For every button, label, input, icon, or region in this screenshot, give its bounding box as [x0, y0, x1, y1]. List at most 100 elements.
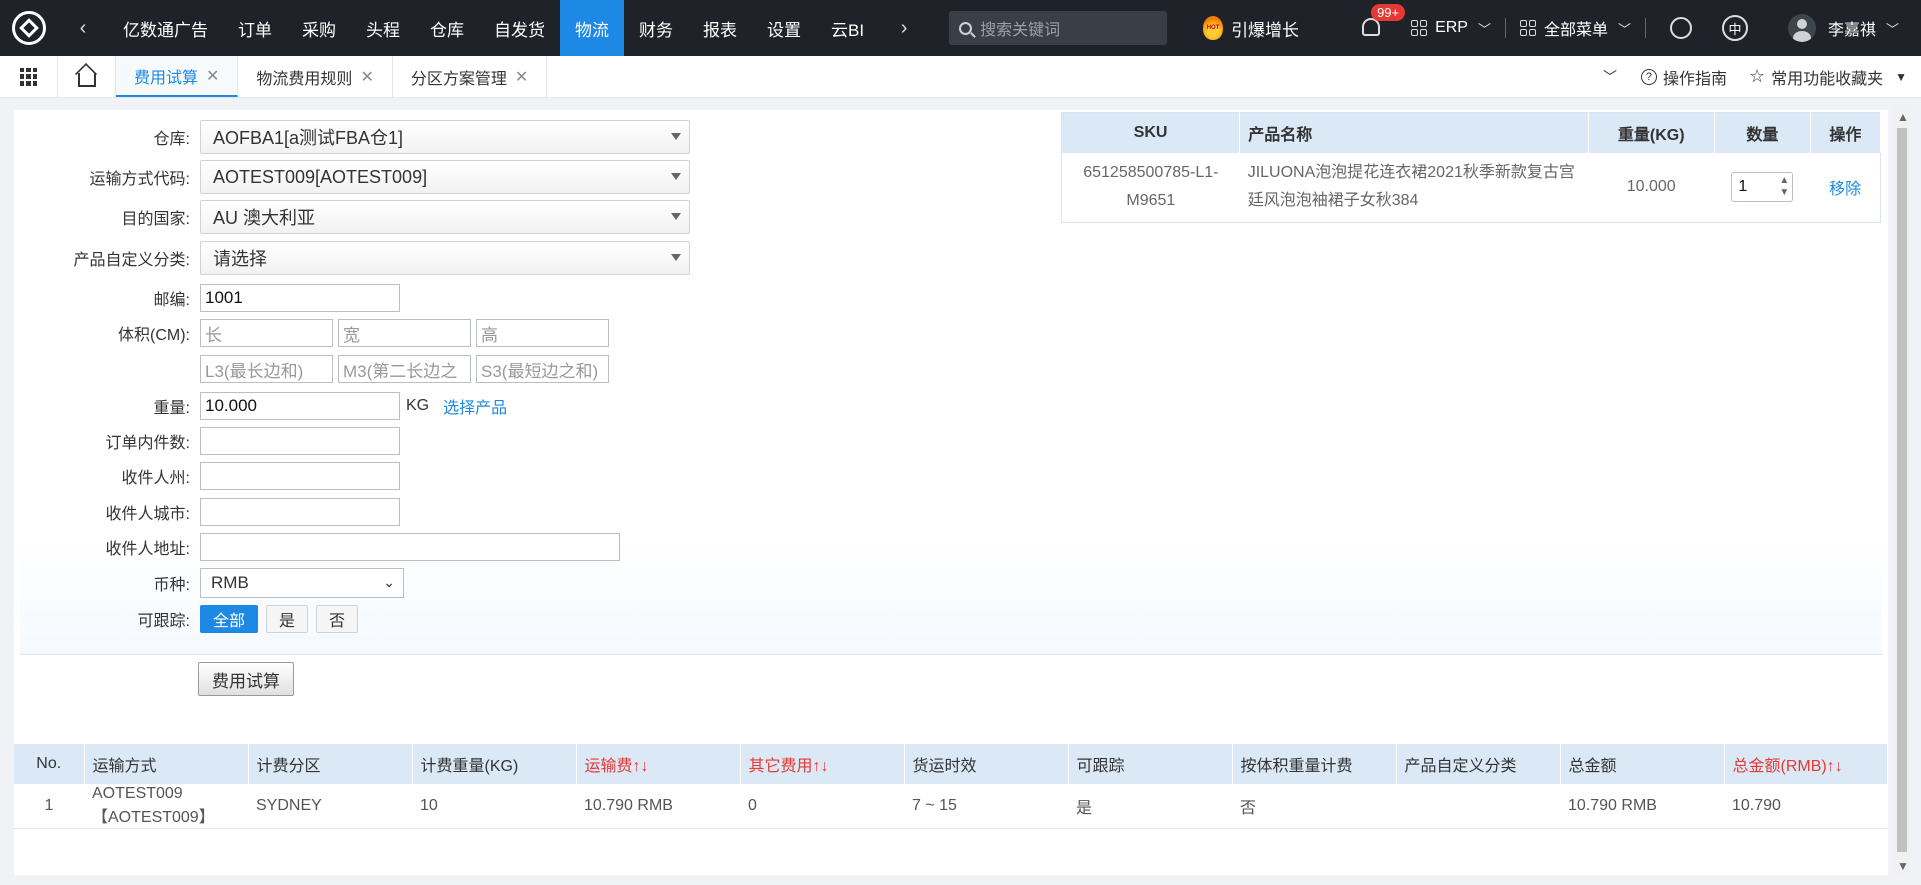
star-icon: ☆: [1748, 66, 1766, 86]
currency-label: 币种:: [153, 577, 190, 594]
no-cell: 1: [14, 784, 84, 829]
all-menu-button[interactable]: 全部菜单 ﹀: [1519, 16, 1631, 40]
support-headset-icon[interactable]: [1670, 17, 1693, 39]
close-icon[interactable]: ✕: [360, 67, 373, 87]
vertical-scrollbar[interactable]: ▲ ▼: [1893, 106, 1911, 875]
s3-input[interactable]: S3(最短边之和): [476, 355, 609, 383]
dropdown-arrow-icon: [671, 254, 681, 261]
menu-item-logistics[interactable]: 物流: [560, 0, 624, 56]
nav-prev-arrow[interactable]: ‹: [58, 17, 108, 40]
tab-bar: 费用试算 ✕ 物流费用规则 ✕ 分区方案管理 ✕ ﹀ ? 操作指南 ☆ 常用功能收藏夹…: [0, 56, 1921, 98]
address-input[interactable]: [200, 533, 620, 561]
length-input[interactable]: 长: [200, 319, 333, 347]
tab-zone-plan[interactable]: 分区方案管理 ✕: [393, 56, 548, 97]
currency-select[interactable]: RMB ⌄: [200, 568, 404, 598]
col-freight-sortable[interactable]: 运输费↑↓: [576, 744, 741, 784]
other-cell: 0: [740, 784, 904, 829]
l3-input[interactable]: L3(最长边和): [200, 355, 333, 383]
trackable-row: 可跟踪: 全部 是 否: [20, 605, 359, 633]
notification-badge: 99+: [1371, 4, 1406, 21]
zone-cell: SYDNEY: [248, 784, 412, 829]
language-switch[interactable]: 中: [1722, 15, 1749, 41]
caret-down-icon[interactable]: ▼: [1895, 70, 1907, 84]
weight-label: 重量:: [153, 400, 190, 417]
col-other-sortable[interactable]: 其它费用↑↓: [740, 744, 905, 784]
nav-next-arrow[interactable]: ›: [879, 17, 929, 40]
col-total: 总金额: [1560, 744, 1725, 784]
trackable-toggle-group: 全部 是 否: [200, 605, 359, 633]
result-table-header: No. 运输方式 计费分区 计费重量(KG) 运输费↑↓ 其它费用↑↓ 货运时效…: [14, 744, 1888, 784]
tab-fee-calc[interactable]: 费用试算 ✕: [116, 56, 239, 97]
app-logo[interactable]: [0, 0, 58, 56]
category-cell: [1396, 784, 1560, 829]
pieces-input[interactable]: [200, 427, 400, 455]
home-button[interactable]: [58, 56, 116, 97]
zip-input[interactable]: 1001: [200, 284, 400, 312]
product-name-cell: JILUONA泡泡提花连衣裙2021秋季新款复古宫廷风泡泡袖裙子女秋384: [1247, 164, 1575, 210]
country-label: 目的国家:: [121, 211, 190, 228]
search-input[interactable]: 搜索关键词: [949, 11, 1168, 45]
m3-input[interactable]: M3(第二长边之: [338, 355, 471, 383]
trackable-all-button[interactable]: 全部: [200, 605, 259, 633]
menu-item-ads[interactable]: 亿数通广告: [108, 0, 223, 56]
tabs-dropdown-chevron-icon[interactable]: ﹀: [1603, 67, 1617, 87]
menu-item-orders[interactable]: 订单: [223, 0, 287, 56]
city-input[interactable]: [200, 498, 400, 526]
total-rmb-cell: 10.790: [1724, 784, 1888, 829]
weight-input[interactable]: 10.000: [200, 392, 400, 420]
user-menu[interactable]: 李嘉祺 ﹀: [1788, 14, 1899, 42]
scroll-up-icon[interactable]: ▲: [1897, 110, 1909, 124]
by-volume-cell: 否: [1232, 784, 1396, 829]
main-menu: 亿数通广告 订单 采购 头程 仓库 自发货 物流 财务 报表 设置 云BI: [108, 0, 879, 56]
zip-row: 邮编: 1001: [20, 284, 400, 312]
erp-switcher[interactable]: ERP ﹀: [1411, 19, 1491, 38]
menu-item-selfship[interactable]: 自发货: [479, 0, 560, 56]
guide-link[interactable]: 操作指南: [1663, 65, 1727, 89]
country-select[interactable]: AU 澳大利亚: [200, 200, 690, 234]
shipping-select[interactable]: AOTEST009[AOTEST009]: [200, 160, 690, 194]
country-value: AU 澳大利亚: [213, 208, 316, 228]
volume-row: 体积(CM): 长 宽 高: [20, 319, 609, 347]
scrollbar-thumb[interactable]: [1897, 128, 1907, 852]
sku-table: SKU 产品名称 重量(KG) 数量 操作 651258500785-L1-M9…: [1061, 112, 1882, 223]
trackable-yes-button[interactable]: 是: [266, 605, 309, 633]
calculate-fee-button[interactable]: 费用试算: [198, 662, 294, 696]
table-row: 1 AOTEST009 【AOTEST009】 SYDNEY 10 10.790…: [14, 784, 1888, 829]
menu-item-cloudbi[interactable]: 云BI: [816, 0, 879, 56]
height-input[interactable]: 高: [476, 319, 609, 347]
state-input[interactable]: [200, 462, 400, 490]
favorites-link[interactable]: 常用功能收藏夹: [1771, 65, 1883, 89]
volume-sum-row: L3(最长边和) M3(第二长边之 S3(最短边之和): [20, 355, 609, 383]
trackable-label: 可跟踪:: [137, 613, 190, 630]
col-by-volume: 按体积重量计费: [1232, 744, 1397, 784]
tab-label: 费用试算: [134, 69, 199, 87]
col-category: 产品自定义分类: [1396, 744, 1561, 784]
avatar: [1788, 14, 1817, 42]
quantity-stepper[interactable]: 1 ▲ ▼: [1731, 172, 1794, 203]
spinner-arrows-icon[interactable]: ▲ ▼: [1779, 175, 1789, 199]
apps-grid-icon: [19, 67, 38, 86]
hot-growth-link[interactable]: HOT 引爆增长: [1203, 16, 1299, 41]
apps-grid-button[interactable]: [0, 56, 58, 97]
select-product-link[interactable]: 选择产品: [443, 394, 507, 418]
close-icon[interactable]: ✕: [515, 67, 528, 87]
tab-logistics-rules[interactable]: 物流费用规则 ✕: [238, 56, 393, 97]
menu-item-reports[interactable]: 报表: [688, 0, 752, 56]
scroll-down-icon[interactable]: ▼: [1897, 859, 1909, 873]
top-navigation: ‹ 亿数通广告 订单 采购 头程 仓库 自发货 物流 财务 报表 设置 云BI …: [0, 0, 1921, 56]
col-total-rmb-sortable[interactable]: 总金额(RMB)↑↓: [1724, 744, 1888, 784]
warehouse-select[interactable]: AOFBA1[a测试FBA仓1]: [200, 120, 690, 154]
menu-item-warehouse[interactable]: 仓库: [415, 0, 479, 56]
hot-flame-icon: HOT: [1203, 16, 1224, 40]
menu-item-firstleg[interactable]: 头程: [351, 0, 415, 56]
width-input[interactable]: 宽: [338, 319, 471, 347]
close-icon[interactable]: ✕: [206, 66, 219, 86]
notification-bell[interactable]: 99+: [1359, 4, 1406, 40]
category-select[interactable]: 请选择: [200, 241, 690, 275]
menu-item-purchase[interactable]: 采购: [287, 0, 351, 56]
menu-item-finance[interactable]: 财务: [624, 0, 688, 56]
menu-item-settings[interactable]: 设置: [752, 0, 816, 56]
tabbar-tools: ﹀ ? 操作指南 ☆ 常用功能收藏夹 ▼: [1603, 56, 1921, 97]
trackable-no-button[interactable]: 否: [316, 605, 359, 633]
remove-link[interactable]: 移除: [1810, 153, 1880, 223]
